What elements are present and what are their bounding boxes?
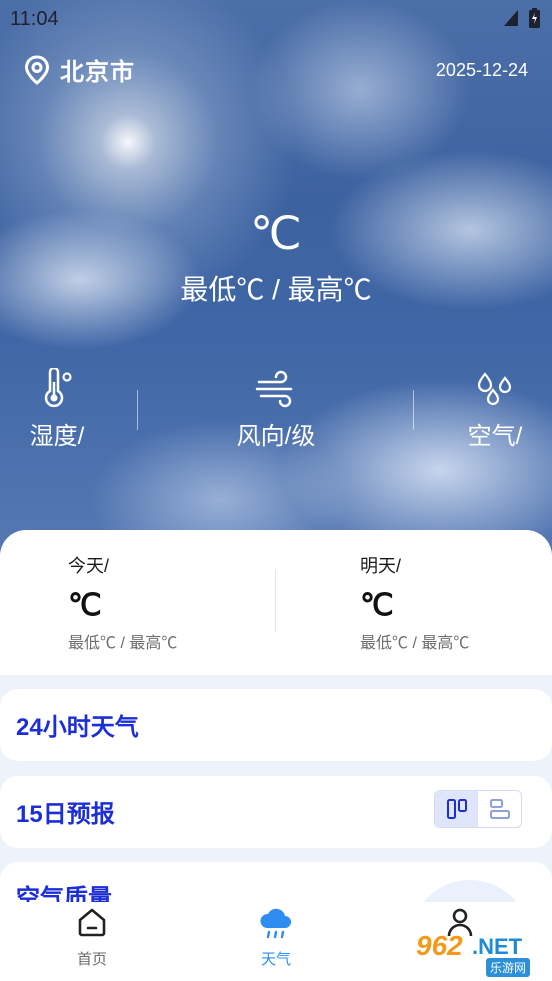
signal-icon [504, 10, 518, 26]
nav-weather[interactable]: 天气 [236, 906, 316, 969]
day-divider [275, 570, 276, 632]
watermark-sub: 乐游网 [486, 958, 531, 977]
tomorrow-range: 最低℃ / 最高℃ [360, 635, 470, 652]
thermometer-icon [44, 368, 72, 408]
column-layout-icon [446, 799, 467, 819]
nav-home[interactable]: 首页 [52, 906, 132, 969]
hourly-title: 24小时天气 [16, 714, 139, 741]
city-name: 北京市 [60, 59, 135, 86]
row-layout-icon [489, 799, 510, 819]
fifteen-day-title: 15日预报 [16, 801, 115, 828]
current-date: 2025-12-24 [435, 60, 528, 80]
site-watermark: 962 .NET 乐游网 [408, 930, 544, 977]
metric-divider [413, 390, 414, 430]
current-temperature: ℃ [250, 207, 302, 259]
metric-air: 空气/ [460, 368, 530, 451]
today-temp: ℃ [68, 589, 102, 622]
watermark-suffix: .NET [472, 934, 523, 959]
status-bar: 11:04 [0, 0, 552, 38]
home-icon [78, 908, 106, 937]
today-title: 今天/ [68, 556, 110, 576]
wind-label: 风向/级 [236, 423, 316, 450]
air-label: 空气/ [467, 423, 523, 450]
today-range: 最低℃ / 最高℃ [68, 635, 178, 652]
location-pin-icon [24, 54, 50, 85]
tomorrow-title: 明天/ [360, 556, 402, 576]
humidity-label: 湿度/ [29, 423, 85, 450]
fifteen-day-section[interactable]: 15日预报 [0, 776, 552, 848]
metric-wind: 风向/级 [226, 368, 326, 451]
daily-summary-card: 今天/ ℃ 最低℃ / 最高℃ 明天/ ℃ 最低℃ / 最高℃ [0, 530, 552, 675]
row-view-button[interactable] [478, 791, 521, 827]
tomorrow-forecast[interactable]: 明天/ ℃ 最低℃ / 最高℃ [360, 552, 469, 653]
weather-cloud-icon [260, 908, 291, 939]
hourly-forecast-section[interactable]: 24小时天气 [0, 689, 552, 761]
wind-icon [255, 370, 293, 408]
column-view-button[interactable] [435, 791, 478, 827]
view-toggle [434, 790, 522, 828]
metric-humidity: 湿度/ [24, 368, 90, 451]
nav-weather-label: 天气 [260, 951, 291, 968]
location-selector[interactable]: 北京市 [24, 52, 135, 87]
battery-icon [529, 8, 540, 28]
status-time: 11:04 [10, 8, 59, 30]
today-forecast[interactable]: 今天/ ℃ 最低℃ / 最高℃ [68, 552, 177, 653]
tomorrow-temp: ℃ [360, 589, 394, 622]
metric-divider [137, 390, 138, 430]
droplets-icon [477, 372, 512, 406]
watermark-brand: 962 [416, 930, 463, 961]
nav-home-label: 首页 [76, 951, 107, 968]
temperature-range: 最低℃ / 最高℃ [180, 274, 372, 305]
